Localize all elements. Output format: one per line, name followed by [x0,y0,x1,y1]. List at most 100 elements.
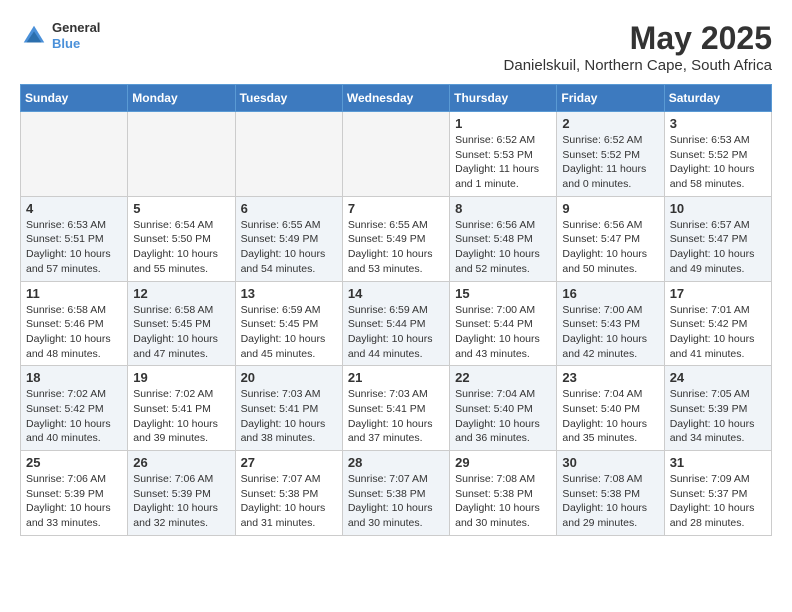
calendar-cell: 27 Sunrise: 7:07 AMSunset: 5:38 PMDayligh… [235,451,342,536]
calendar-cell [342,112,449,197]
day-info: Sunrise: 6:59 AMSunset: 5:45 PMDaylight:… [241,303,337,362]
calendar-cell: 13 Sunrise: 6:59 AMSunset: 5:45 PMDayligh… [235,281,342,366]
calendar-cell: 23 Sunrise: 7:04 AMSunset: 5:40 PMDayligh… [557,366,664,451]
calendar-cell: 5 Sunrise: 6:54 AMSunset: 5:50 PMDaylight… [128,196,235,281]
day-info: Sunrise: 7:08 AMSunset: 5:38 PMDaylight:… [455,472,551,531]
calendar-cell: 1Sunrise: 6:52 AMSunset: 5:53 PMDaylight… [450,112,557,197]
logo: General Blue [20,20,100,51]
calendar-cell: 26 Sunrise: 7:06 AMSunset: 5:39 PMDayligh… [128,451,235,536]
calendar-week-row: 25 Sunrise: 7:06 AMSunset: 5:39 PMDayligh… [21,451,772,536]
day-number: 10 [670,201,766,216]
calendar-cell: 10 Sunrise: 6:57 AMSunset: 5:47 PMDayligh… [664,196,771,281]
day-info: Sunrise: 7:05 AMSunset: 5:39 PMDaylight:… [670,387,766,446]
day-number: 31 [670,455,766,470]
day-info: Sunrise: 7:08 AMSunset: 5:38 PMDaylight:… [562,472,658,531]
calendar-cell: 3Sunrise: 6:53 AMSunset: 5:52 PMDaylight… [664,112,771,197]
day-number: 18 [26,370,122,385]
day-number: 7 [348,201,444,216]
day-info: Sunrise: 6:56 AMSunset: 5:47 PMDaylight:… [562,218,658,277]
calendar-cell: 21Sunrise: 7:03 AMSunset: 5:41 PMDayligh… [342,366,449,451]
day-number: 6 [241,201,337,216]
column-header-saturday: Saturday [664,85,771,112]
day-number: 14 [348,286,444,301]
calendar-cell: 11Sunrise: 6:58 AMSunset: 5:46 PMDayligh… [21,281,128,366]
day-number: 20 [241,370,337,385]
calendar-cell: 18 Sunrise: 7:02 AMSunset: 5:42 PMDayligh… [21,366,128,451]
logo-icon [20,22,48,50]
day-info: Sunrise: 7:04 AMSunset: 5:40 PMDaylight:… [455,387,551,446]
day-info: Sunrise: 6:59 AMSunset: 5:44 PMDaylight:… [348,303,444,362]
calendar-cell: 30 Sunrise: 7:08 AMSunset: 5:38 PMDayligh… [557,451,664,536]
calendar-cell: 24 Sunrise: 7:05 AMSunset: 5:39 PMDayligh… [664,366,771,451]
column-header-tuesday: Tuesday [235,85,342,112]
calendar-cell: 9 Sunrise: 6:56 AMSunset: 5:47 PMDaylight… [557,196,664,281]
day-info: Sunrise: 7:00 AMSunset: 5:44 PMDaylight:… [455,303,551,362]
day-number: 17 [670,286,766,301]
calendar-cell: 25 Sunrise: 7:06 AMSunset: 5:39 PMDayligh… [21,451,128,536]
day-info: Sunrise: 7:02 AMSunset: 5:42 PMDaylight:… [26,387,122,446]
day-info: Sunrise: 6:55 AMSunset: 5:49 PMDaylight:… [241,218,337,277]
day-number: 25 [26,455,122,470]
day-number: 16 [562,286,658,301]
day-info: Sunrise: 6:52 AMSunset: 5:52 PMDaylight:… [562,133,658,192]
day-number: 23 [562,370,658,385]
day-number: 2 [562,116,658,131]
day-number: 28 [348,455,444,470]
column-header-sunday: Sunday [21,85,128,112]
day-info: Sunrise: 6:58 AMSunset: 5:46 PMDaylight:… [26,303,122,362]
day-number: 27 [241,455,337,470]
calendar-week-row: 4Sunrise: 6:53 AMSunset: 5:51 PMDaylight… [21,196,772,281]
day-number: 8 [455,201,551,216]
column-header-friday: Friday [557,85,664,112]
day-info: Sunrise: 6:52 AMSunset: 5:53 PMDaylight:… [455,133,551,192]
calendar-week-row: 11Sunrise: 6:58 AMSunset: 5:46 PMDayligh… [21,281,772,366]
calendar-week-row: 18 Sunrise: 7:02 AMSunset: 5:42 PMDayligh… [21,366,772,451]
day-number: 12 [133,286,229,301]
day-number: 13 [241,286,337,301]
calendar-cell: 28 Sunrise: 7:07 AMSunset: 5:38 PMDayligh… [342,451,449,536]
calendar-cell: 2 Sunrise: 6:52 AMSunset: 5:52 PMDaylight… [557,112,664,197]
day-number: 22 [455,370,551,385]
day-number: 3 [670,116,766,131]
calendar-header-row: SundayMondayTuesdayWednesdayThursdayFrid… [21,85,772,112]
day-info: Sunrise: 6:57 AMSunset: 5:47 PMDaylight:… [670,218,766,277]
calendar-cell [128,112,235,197]
day-number: 24 [670,370,766,385]
calendar-cell: 8 Sunrise: 6:56 AMSunset: 5:48 PMDaylight… [450,196,557,281]
calendar-cell: 20 Sunrise: 7:03 AMSunset: 5:41 PMDayligh… [235,366,342,451]
day-number: 15 [455,286,551,301]
day-info: Sunrise: 7:06 AMSunset: 5:39 PMDaylight:… [133,472,229,531]
day-number: 26 [133,455,229,470]
logo-text: General Blue [52,20,100,51]
calendar-cell: 6 Sunrise: 6:55 AMSunset: 5:49 PMDaylight… [235,196,342,281]
day-number: 5 [133,201,229,216]
column-header-monday: Monday [128,85,235,112]
day-info: Sunrise: 7:06 AMSunset: 5:39 PMDaylight:… [26,472,122,531]
calendar-week-row: 1Sunrise: 6:52 AMSunset: 5:53 PMDaylight… [21,112,772,197]
day-number: 30 [562,455,658,470]
calendar-cell: 14 Sunrise: 6:59 AMSunset: 5:44 PMDayligh… [342,281,449,366]
column-header-thursday: Thursday [450,85,557,112]
day-info: Sunrise: 7:07 AMSunset: 5:38 PMDaylight:… [348,472,444,531]
day-info: Sunrise: 6:53 AMSunset: 5:51 PMDaylight:… [26,218,122,277]
day-number: 9 [562,201,658,216]
calendar-table: SundayMondayTuesdayWednesdayThursdayFrid… [20,84,772,536]
calendar-cell: 19Sunrise: 7:02 AMSunset: 5:41 PMDayligh… [128,366,235,451]
day-number: 29 [455,455,551,470]
day-number: 19 [133,370,229,385]
day-info: Sunrise: 6:56 AMSunset: 5:48 PMDaylight:… [455,218,551,277]
day-info: Sunrise: 6:54 AMSunset: 5:50 PMDaylight:… [133,218,229,277]
main-title: May 2025 [504,20,772,57]
day-info: Sunrise: 7:03 AMSunset: 5:41 PMDaylight:… [241,387,337,446]
day-info: Sunrise: 7:07 AMSunset: 5:38 PMDaylight:… [241,472,337,531]
day-info: Sunrise: 7:04 AMSunset: 5:40 PMDaylight:… [562,387,658,446]
day-info: Sunrise: 7:01 AMSunset: 5:42 PMDaylight:… [670,303,766,362]
subtitle: Danielskuil, Northern Cape, South Africa [504,57,772,74]
calendar-cell: 31Sunrise: 7:09 AMSunset: 5:37 PMDayligh… [664,451,771,536]
calendar-cell: 12 Sunrise: 6:58 AMSunset: 5:45 PMDayligh… [128,281,235,366]
calendar-cell: 17 Sunrise: 7:01 AMSunset: 5:42 PMDayligh… [664,281,771,366]
calendar-cell: 22 Sunrise: 7:04 AMSunset: 5:40 PMDayligh… [450,366,557,451]
calendar-cell: 4Sunrise: 6:53 AMSunset: 5:51 PMDaylight… [21,196,128,281]
day-info: Sunrise: 6:58 AMSunset: 5:45 PMDaylight:… [133,303,229,362]
page-header: General Blue May 2025 Danielskuil, North… [20,20,772,74]
